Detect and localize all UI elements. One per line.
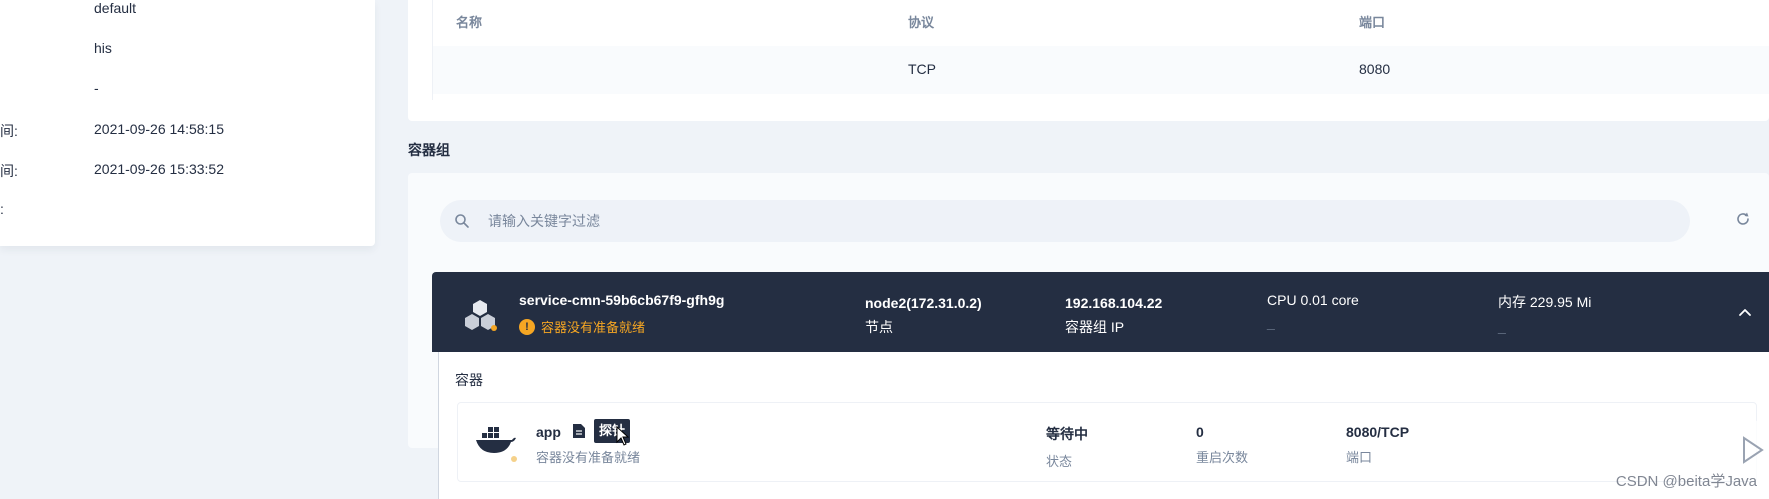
document-icon[interactable] <box>572 423 586 439</box>
pods-section-title: 容器组 <box>408 142 450 158</box>
containers-panel: 容器 app 探针 容器没有准备就绪 等待中 状态 0 重启次数 8080/TC… <box>438 352 1769 499</box>
detail-info-card: default his - 间: 2021-09-26 14:58:15 间: … <box>0 0 375 246</box>
watermark: CSDN @beita学Java <box>1615 473 1757 490</box>
info-value: - <box>94 80 99 96</box>
pod-search-bar[interactable] <box>440 200 1690 242</box>
pod-warning: ! 容器没有准备就绪 <box>519 317 645 336</box>
info-value: 2021-09-26 14:58:15 <box>94 121 224 137</box>
info-row-updated-time: 间: 2021-09-26 15:33:52 <box>0 161 375 181</box>
pod-ip: 192.168.104.22 容器组 IP <box>1065 295 1162 337</box>
refresh-icon[interactable] <box>1735 211 1751 227</box>
pod-ip-value: 192.168.104.22 <box>1065 295 1163 311</box>
mouse-cursor-icon <box>616 426 630 446</box>
info-label: 间: <box>0 163 18 179</box>
container-state-label: 状态 <box>1046 454 1073 469</box>
container-port-value: 8080/TCP <box>1346 424 1410 440</box>
info-label: : <box>0 201 4 217</box>
pod-memory-value: 内存 229.95 Mi <box>1498 294 1592 310</box>
pod-name[interactable]: service-cmn-59b6cb67f9-gfh9g <box>519 292 724 308</box>
container-state: 等待中 状态 <box>1046 424 1088 470</box>
pod-memory-label: _ <box>1498 318 1506 334</box>
info-value: his <box>94 40 112 56</box>
info-value: 2021-09-26 15:33:52 <box>94 161 224 177</box>
info-label: 间: <box>0 123 18 139</box>
warning-icon: ! <box>519 318 535 335</box>
column-header-port: 端口 <box>1359 15 1386 30</box>
pod-cpu: CPU 0.01 core _ <box>1267 292 1359 330</box>
info-value: default <box>94 0 137 16</box>
chevron-up-icon[interactable] <box>1737 304 1753 320</box>
pod-memory: 内存 229.95 Mi _ <box>1498 292 1591 334</box>
info-row-namespace: default <box>0 0 375 20</box>
column-header-name: 名称 <box>456 15 483 30</box>
containers-title: 容器 <box>455 372 483 388</box>
pod-node: node2(172.31.0.2) 节点 <box>865 295 982 337</box>
container-state-value: 等待中 <box>1046 426 1088 442</box>
column-header-protocol: 协议 <box>908 15 935 30</box>
pod-ip-label: 容器组 IP <box>1065 319 1125 335</box>
container-port: 8080/TCP 端口 <box>1346 424 1409 466</box>
table-row: TCP 8080 <box>433 46 1769 94</box>
container-restarts-label: 重启次数 <box>1196 450 1249 465</box>
info-row-created-time: 间: 2021-09-26 14:58:15 <box>0 121 375 141</box>
pod-node-value: node2(172.31.0.2) <box>865 295 982 311</box>
ports-table: 名称 协议 端口 TCP 8080 <box>432 0 1769 100</box>
container-restarts-value: 0 <box>1196 424 1204 440</box>
search-input[interactable] <box>488 200 1588 242</box>
pod-item-header[interactable]: service-cmn-59b6cb67f9-gfh9g ! 容器没有准备就绪 … <box>432 272 1769 352</box>
info-row-description: - <box>0 80 375 100</box>
container-restarts: 0 重启次数 <box>1196 424 1248 466</box>
pod-warning-text: 容器没有准备就绪 <box>541 320 646 335</box>
pod-cubes-icon <box>465 300 497 331</box>
ports-card: 名称 协议 端口 TCP 8080 <box>408 0 1769 121</box>
info-row-creator: : <box>0 201 375 221</box>
pod-cpu-value: CPU 0.01 core <box>1267 292 1359 308</box>
container-status-text: 容器没有准备就绪 <box>536 450 641 465</box>
container-name[interactable]: app <box>536 424 561 440</box>
pod-node-label: 节点 <box>865 319 893 335</box>
info-row-app: his <box>0 40 375 60</box>
search-icon <box>455 214 469 228</box>
list-item[interactable]: app 探针 容器没有准备就绪 等待中 状态 0 重启次数 8080/TCP 端… <box>457 402 1757 482</box>
port-protocol-cell: TCP <box>908 61 936 77</box>
docker-icon <box>476 427 517 462</box>
port-number-cell: 8080 <box>1359 61 1391 77</box>
ports-table-header: 名称 协议 端口 <box>433 0 1769 46</box>
pod-cpu-label: _ <box>1267 314 1275 330</box>
container-port-label: 端口 <box>1346 450 1373 465</box>
